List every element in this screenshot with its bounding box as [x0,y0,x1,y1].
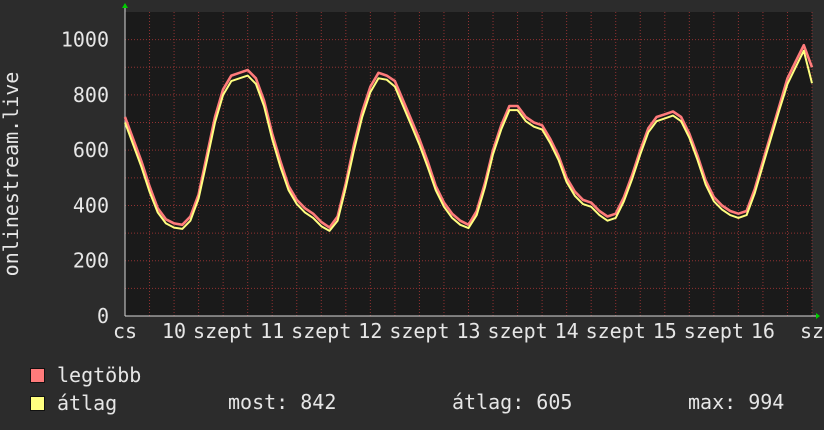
x-tick-label: 13 [456,319,480,343]
y-tick-label: 1000 [61,28,109,52]
x-tick-label: 12 [358,319,382,343]
x-tick-label: szept [586,319,646,343]
chart-root: 0 200 400 600 800 1000 cs 10 szept 11 szept 12 szept… [0,0,824,430]
y-tick-label: 200 [73,249,109,273]
legend-label-max: legtöbb [57,363,142,387]
legend-swatch-avg [30,395,45,411]
y-axis-arrow [122,3,128,8]
x-tick-label: szept [389,319,449,343]
legend-swatch-max [30,367,45,383]
legend-item-max: legtöbb [30,362,141,388]
x-tick-label: szept [291,319,351,343]
x-tick-label: 16 [751,319,775,343]
x-tick-label: 15 [653,319,677,343]
x-tick-label: szept [487,319,547,343]
y-tick-label: 0 [97,304,109,328]
legend-item-avg: átlag [30,390,117,416]
x-tick-label: szept [684,319,744,343]
y-axis-title: onlinestream.live [0,72,23,277]
x-tick-label: 10 [162,319,186,343]
x-tick-label: 11 [260,319,284,343]
legend-label-avg: átlag [57,391,118,415]
x-tick-label: sz [800,319,824,343]
y-tick-label: 600 [73,138,109,162]
y-tick-label: 800 [73,83,109,107]
stat-average: átlag: 605 [452,390,573,414]
x-tick-label: 14 [555,319,579,343]
x-tick-label: szept [193,319,253,343]
stat-max: max: 994 [688,390,785,414]
stat-current: most: 842 [228,390,337,414]
x-tick-label: cs [113,319,137,343]
y-tick-label: 400 [73,193,109,217]
